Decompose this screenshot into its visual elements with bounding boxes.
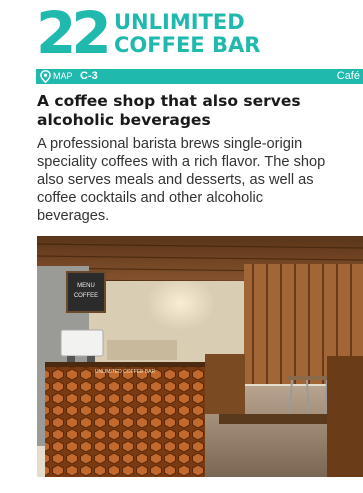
- body-line-1: A professional barista brews single-orig…: [37, 136, 303, 152]
- body-line-5: beverages.: [37, 208, 110, 224]
- map-code: C-3: [80, 70, 98, 82]
- body-line-4: coffee cocktails and other alcoholic: [37, 190, 264, 206]
- cafe-interior-photo: MENU COFFEE UNLIMITED COFFEE BAR: [37, 236, 363, 477]
- entry-title-line-1: UNLIMITED: [114, 10, 245, 34]
- entry-number: 22: [36, 0, 112, 67]
- headline-line-2: alcoholic beverages: [37, 111, 211, 129]
- entry-title: UNLIMITED COFFEE BAR: [114, 11, 260, 57]
- category-label: Café: [336, 70, 360, 82]
- body-line-2: speciality coffees with a rich flavor. T…: [37, 154, 326, 170]
- headline-line-1: A coffee shop that also serves: [37, 92, 301, 110]
- article-body: A professional barista brews single-orig…: [37, 135, 359, 225]
- chalkboard-line-2: COFFEE: [74, 293, 98, 299]
- map-pin-icon: [40, 70, 51, 83]
- location-bar: MAP C-3 Café: [36, 69, 363, 84]
- body-line-3: also serves meals and desserts, as well …: [37, 172, 314, 188]
- entry-title-line-2: COFFEE BAR: [114, 33, 261, 57]
- map-label: MAP: [53, 71, 73, 81]
- article-headline: A coffee shop that also serves alcoholic…: [37, 92, 359, 130]
- chalkboard-line-1: MENU: [77, 283, 95, 289]
- counter-sign: UNLIMITED COFFEE BAR: [95, 369, 156, 375]
